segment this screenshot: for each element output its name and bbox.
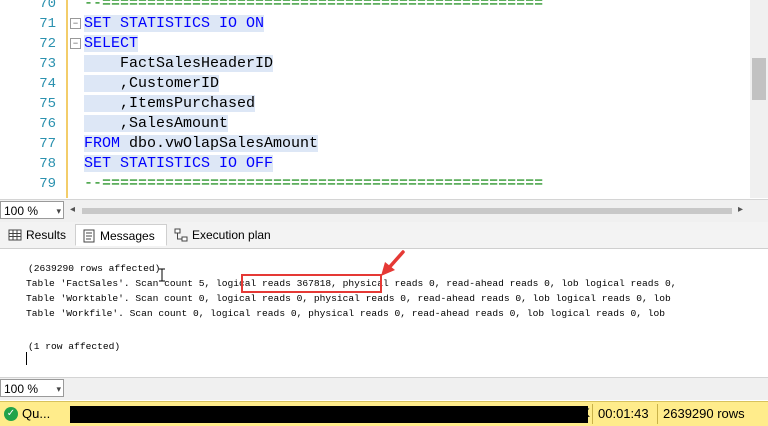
editor-vertical-scroll-thumb[interactable] xyxy=(752,58,766,100)
query-status-bar: ✓ Qu... K 00:01:43 2639290 rows xyxy=(0,401,768,426)
chevron-down-icon: ▾ xyxy=(56,384,61,394)
highlight-annotation-box xyxy=(241,274,382,293)
selected-code: dbo.vwOlapSalesAmount xyxy=(120,135,319,152)
annotation-arrow-icon xyxy=(381,250,405,276)
editor-bottom-bar: 100 % ▾ ◂ ▸ xyxy=(0,199,768,222)
code-line[interactable]: SET STATISTICS IO OFF xyxy=(84,154,274,174)
fold-toggle-icon[interactable]: − xyxy=(70,38,81,49)
message-line: (1 row affected) xyxy=(28,341,121,352)
fold-toggle-icon[interactable]: − xyxy=(70,18,81,29)
scroll-left-icon[interactable]: ◂ xyxy=(70,204,75,215)
tab-label: Results xyxy=(26,228,67,242)
selected-code: ,ItemsPurchased xyxy=(84,95,256,112)
status-separator xyxy=(592,404,593,424)
execution-plan-icon xyxy=(174,228,188,242)
code-line[interactable]: SET STATISTICS IO ON xyxy=(84,14,265,34)
line-number: 73 xyxy=(39,56,56,72)
code-line-comment[interactable]: --======================================… xyxy=(84,174,543,194)
tab-results[interactable]: Results xyxy=(2,224,72,246)
line-number: 79 xyxy=(39,176,56,192)
status-trailing-char: K xyxy=(582,406,591,420)
tab-label: Execution plan xyxy=(192,228,271,242)
selected-code: SELECT xyxy=(84,35,139,52)
code-line[interactable]: FROM dbo.vwOlapSalesAmount xyxy=(84,134,319,154)
success-check-icon: ✓ xyxy=(4,407,18,421)
zoom-value: 100 % xyxy=(4,204,39,218)
code-line[interactable]: SELECT xyxy=(84,34,139,54)
editor-horizontal-scroll-thumb[interactable] xyxy=(82,208,732,214)
text-cursor xyxy=(26,352,27,365)
selected-code: ,CustomerID xyxy=(84,75,220,92)
line-number: 77 xyxy=(39,136,56,152)
message-line: (2639290 rows affected) xyxy=(28,263,161,274)
message-line: Table 'Workfile'. Scan count 0, logical … xyxy=(26,308,666,319)
editor-zoom-dropdown[interactable]: 100 % ▾ xyxy=(0,201,64,219)
message-icon xyxy=(83,229,95,243)
line-number: 76 xyxy=(39,116,56,132)
selected-code: SET STATISTICS IO ON xyxy=(84,15,265,32)
messages-bottom-bar: 100 % ▾ xyxy=(0,377,768,400)
results-tab-strip: Results Messages Execution plan xyxy=(0,222,768,249)
selected-code: FactSalesHeaderID xyxy=(84,55,274,72)
line-number: 71 xyxy=(39,16,56,32)
code-line[interactable]: ,ItemsPurchased xyxy=(84,94,256,114)
status-separator xyxy=(657,404,658,424)
query-status-text: Qu... xyxy=(22,406,51,421)
zoom-value: 100 % xyxy=(4,382,39,396)
line-number: 70 xyxy=(39,0,56,12)
tab-execution-plan[interactable]: Execution plan xyxy=(168,224,282,246)
tab-label: Messages xyxy=(100,229,155,243)
code-line-comment[interactable]: --======================================… xyxy=(84,0,543,14)
row-count: 2639290 rows xyxy=(663,406,745,421)
chevron-down-icon: ▾ xyxy=(56,206,61,216)
keyword-from: FROM xyxy=(84,135,121,152)
change-tracking-margin xyxy=(66,0,68,198)
message-line: Table 'Worktable'. Scan count 0, logical… xyxy=(26,293,671,304)
code-line[interactable]: ,SalesAmount xyxy=(84,114,229,134)
code-line[interactable]: ,CustomerID xyxy=(84,74,220,94)
line-number-gutter: 70 71 72 73 74 75 76 77 78 79 xyxy=(0,0,64,198)
code-line[interactable]: FactSalesHeaderID xyxy=(84,54,274,74)
selected-code: ,SalesAmount xyxy=(84,115,229,132)
line-number: 72 xyxy=(39,36,56,52)
elapsed-time: 00:01:43 xyxy=(598,406,649,421)
messages-zoom-dropdown[interactable]: 100 % ▾ xyxy=(0,379,64,397)
mouse-ibeam-icon xyxy=(159,268,165,282)
tab-messages[interactable]: Messages xyxy=(75,224,167,246)
selected-code: SET STATISTICS IO OFF xyxy=(84,155,274,172)
line-number: 74 xyxy=(39,76,56,92)
grid-icon xyxy=(8,229,22,241)
query-editor[interactable]: 70 71 72 73 74 75 76 77 78 79 − − --====… xyxy=(0,0,768,198)
line-number: 75 xyxy=(39,96,56,112)
redacted-region xyxy=(70,406,588,423)
line-number: 78 xyxy=(39,156,56,172)
scroll-right-icon[interactable]: ▸ xyxy=(738,204,743,215)
